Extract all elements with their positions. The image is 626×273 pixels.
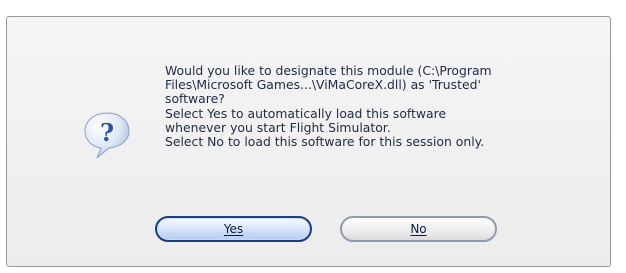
no-button[interactable]: No	[340, 216, 497, 242]
trusted-software-dialog: ? Would you like to designate this modul…	[6, 16, 611, 267]
svg-text:?: ?	[100, 118, 114, 147]
no-button-label: No	[410, 222, 427, 236]
message-line: software?	[165, 91, 225, 107]
yes-button-label: Yes	[223, 222, 244, 236]
message-line: Files\Microsoft Games...\ViMaCoreX.dll) …	[165, 77, 481, 93]
dialog-message: Would you like to designate this module …	[165, 63, 605, 150]
message-line: Would you like to designate this module …	[165, 63, 492, 78]
question-icon: ?	[81, 109, 133, 161]
message-line: Select No to load this software for this…	[165, 134, 485, 150]
message-line: Select Yes to automatically load this so…	[165, 105, 447, 121]
message-line: whenever you start Flight Simulator.	[165, 119, 391, 135]
yes-button[interactable]: Yes	[155, 216, 312, 242]
